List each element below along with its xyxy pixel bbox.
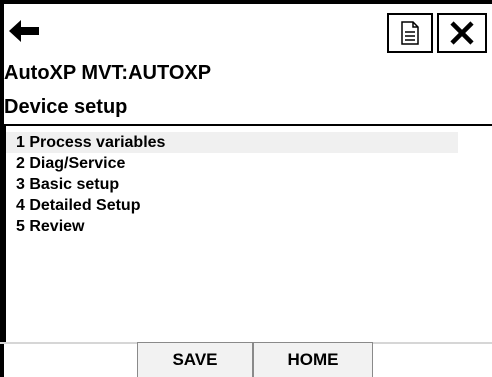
menu-item-diag-service[interactable]: 2 Diag/Service	[6, 153, 458, 174]
menu-title: Device setup	[4, 96, 128, 118]
menu-item-basic-setup[interactable]: 3 Basic setup	[6, 174, 458, 195]
menu-list-box: 1 Process variables 2 Diag/Service 3 Bas…	[4, 124, 492, 342]
device-title: AutoXP MVT:AUTOXP	[4, 62, 212, 84]
document-button[interactable]	[387, 13, 433, 53]
close-button[interactable]	[437, 13, 487, 53]
save-button[interactable]: SAVE	[137, 342, 253, 377]
window-frame-top	[0, 0, 492, 4]
home-button[interactable]: HOME	[253, 342, 373, 377]
close-x-icon	[450, 21, 474, 45]
arrow-left-icon	[9, 20, 39, 42]
menu-item-review[interactable]: 5 Review	[6, 216, 458, 237]
back-button[interactable]	[6, 16, 42, 46]
menu-item-process-variables[interactable]: 1 Process variables	[6, 132, 458, 153]
document-icon	[401, 21, 419, 45]
menu-list: 1 Process variables 2 Diag/Service 3 Bas…	[6, 126, 492, 237]
menu-item-detailed-setup[interactable]: 4 Detailed Setup	[6, 195, 458, 216]
